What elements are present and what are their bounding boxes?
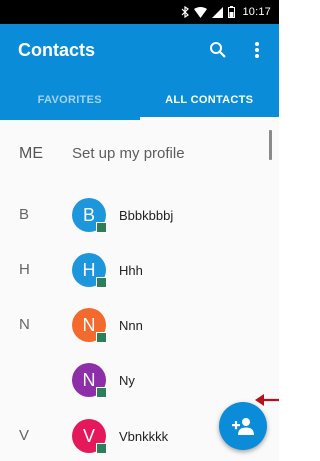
avatar-initial: H xyxy=(82,260,96,280)
status-bar: 10:17 xyxy=(0,0,279,24)
tab-all-contacts-label: ALL CONTACTS xyxy=(165,94,254,106)
section-letter: N xyxy=(19,316,30,333)
setup-profile-label: Set up my profile xyxy=(72,145,185,162)
search-icon xyxy=(210,42,226,58)
wifi-icon xyxy=(194,6,208,18)
arrow-left-icon xyxy=(255,394,279,406)
section-letter: V xyxy=(19,427,30,444)
contacts-screen: 10:17 Contacts FAVORITES ALL CONTACTS ME… xyxy=(0,0,279,461)
account-badge-icon xyxy=(96,387,107,398)
avatar: V xyxy=(72,419,107,454)
contact-name: Hhh xyxy=(119,263,143,278)
more-vert-icon xyxy=(255,42,259,58)
add-contact-icon xyxy=(232,418,254,435)
account-badge-icon xyxy=(96,222,107,233)
account-badge-icon xyxy=(96,443,107,454)
avatar: N xyxy=(72,363,107,398)
avatar-initial: V xyxy=(82,426,95,446)
avatar-initial: N xyxy=(82,370,96,390)
section-letter: ME xyxy=(19,145,43,162)
tab-bar: FAVORITES ALL CONTACTS xyxy=(0,80,279,120)
list-item[interactable]: H H Hhh xyxy=(0,242,279,298)
avatar-initial: B xyxy=(82,205,95,225)
contact-name: Nnn xyxy=(119,318,143,333)
avatar-initial: N xyxy=(82,315,96,335)
bluetooth-icon xyxy=(181,6,190,18)
contact-name: Ny xyxy=(119,373,135,388)
more-options-button[interactable] xyxy=(245,38,269,62)
add-contact-button[interactable] xyxy=(219,402,267,450)
list-item[interactable]: N Ny xyxy=(0,352,279,408)
tab-all-contacts[interactable]: ALL CONTACTS xyxy=(139,80,279,120)
avatar: H xyxy=(72,253,107,288)
section-letter: H xyxy=(19,261,30,278)
section-letter: B xyxy=(19,206,30,223)
page-title: Contacts xyxy=(18,40,96,60)
contact-name: Bbbkbbbj xyxy=(119,208,174,223)
search-button[interactable] xyxy=(206,38,230,62)
avatar: B xyxy=(72,198,107,233)
list-item[interactable]: B B Bbbkbbbj xyxy=(0,187,279,243)
profile-row[interactable]: ME Set up my profile xyxy=(0,126,279,182)
battery-icon xyxy=(228,6,236,18)
signal-icon xyxy=(212,6,224,18)
account-badge-icon xyxy=(96,277,107,288)
account-badge-icon xyxy=(96,332,107,343)
contact-name: Vbnkkkk xyxy=(119,429,169,444)
status-clock: 10:17 xyxy=(242,6,271,18)
tab-favorites-label: FAVORITES xyxy=(37,94,102,106)
avatar: N xyxy=(72,308,107,343)
tab-favorites[interactable]: FAVORITES xyxy=(0,80,140,120)
list-item[interactable]: N N Nnn xyxy=(0,297,279,353)
app-bar: Contacts FAVORITES ALL CONTACTS xyxy=(0,24,279,120)
